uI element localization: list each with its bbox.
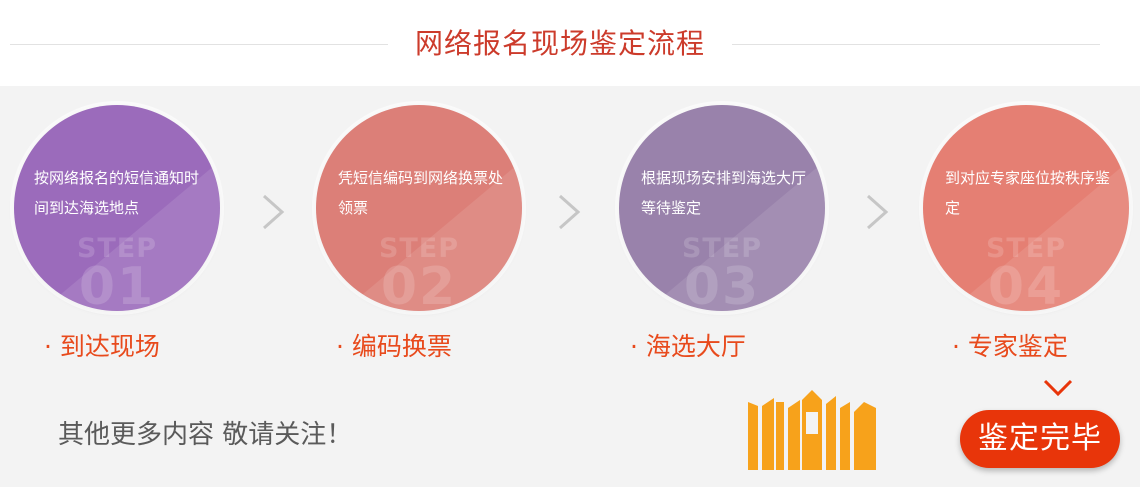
step-1: 按网络报名的短信通知时间到达海选地点 STEP 01 <box>12 103 222 313</box>
step-3-description: 根据现场安排到海选大厅等待鉴定 <box>641 169 807 217</box>
step-2-description: 凭短信编码到网络换票处领票 <box>338 169 504 217</box>
more-content-note: 其他更多内容 敬请关注！ <box>58 420 353 450</box>
step-4-label: · 专家鉴定 <box>952 332 1068 361</box>
chevron-right-icon <box>559 194 581 230</box>
step-2-watermark-number: 02 <box>380 257 458 311</box>
step-4-watermark-number: 04 <box>987 257 1065 311</box>
appraisal-complete-badge[interactable]: 鉴定完毕 <box>960 410 1120 468</box>
step-3: 根据现场安排到海选大厅等待鉴定 STEP 03 <box>617 103 827 313</box>
step-4-description: 到对应专家座位按秩序鉴定 <box>945 169 1111 217</box>
buildings-icon <box>748 390 876 470</box>
chevron-right-icon <box>263 194 285 230</box>
step-3-circle: 根据现场安排到海选大厅等待鉴定 STEP 03 <box>619 105 825 311</box>
step-3-watermark-number: 03 <box>683 257 761 311</box>
chevron-right-icon <box>867 194 889 230</box>
page-header: 网络报名现场鉴定流程 <box>0 0 1140 86</box>
step-1-description: 按网络报名的短信通知时间到达海选地点 <box>34 169 200 217</box>
step-2-circle: 凭短信编码到网络换票处领票 STEP 02 <box>316 105 522 311</box>
step-4: 到对应专家座位按秩序鉴定 STEP 04 <box>921 103 1131 313</box>
step-1-watermark-number: 01 <box>78 257 156 311</box>
step-2-label: · 编码换票 <box>336 332 452 361</box>
chevron-down-icon <box>1043 379 1073 397</box>
step-2: 凭短信编码到网络换票处领票 STEP 02 <box>314 103 524 313</box>
step-1-label: · 到达现场 <box>44 332 160 361</box>
step-3-label: · 海选大厅 <box>630 332 746 361</box>
header-divider-left <box>10 44 388 45</box>
step-1-circle: 按网络报名的短信通知时间到达海选地点 STEP 01 <box>14 105 220 311</box>
page-title: 网络报名现场鉴定流程 <box>414 27 705 60</box>
header-divider-right <box>732 44 1100 45</box>
step-4-circle: 到对应专家座位按秩序鉴定 STEP 04 <box>923 105 1129 311</box>
